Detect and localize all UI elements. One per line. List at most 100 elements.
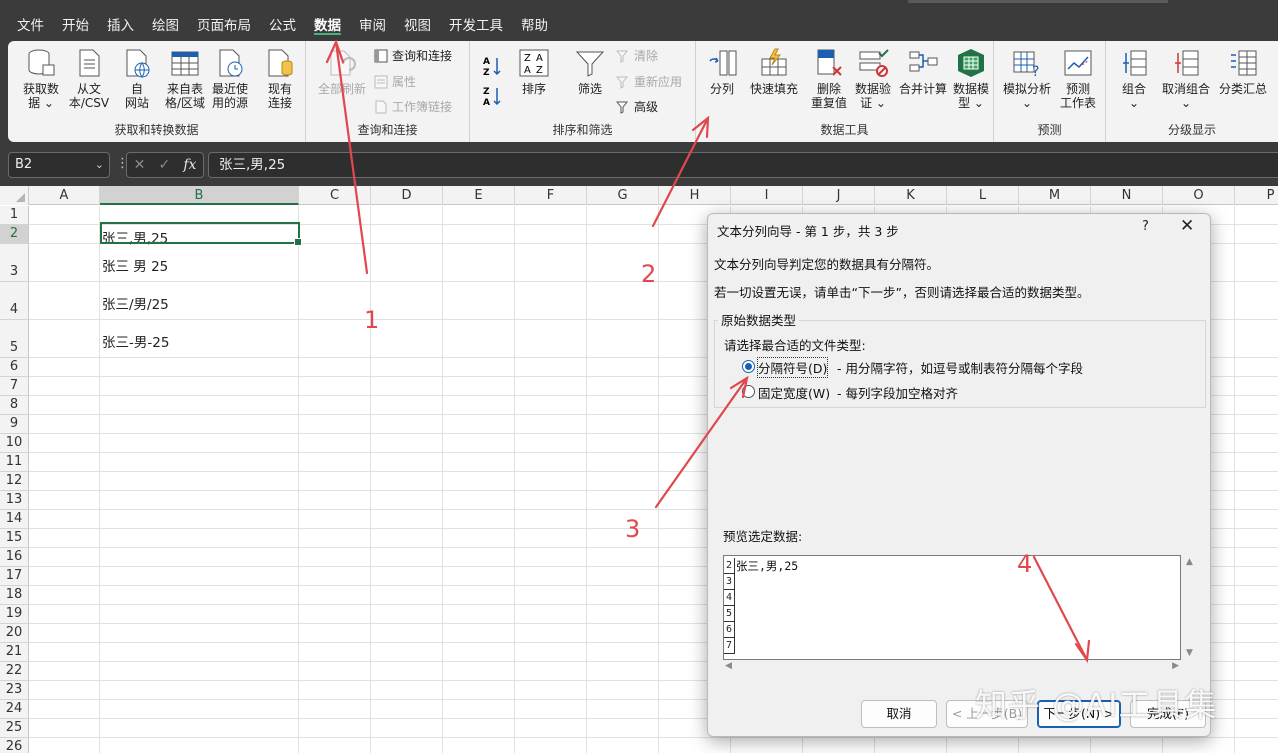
column-header[interactable]: B <box>100 186 299 205</box>
tab-review[interactable]: 审阅 <box>350 0 395 40</box>
row-header[interactable]: 22 <box>0 662 29 681</box>
queries-connections-button[interactable]: 查询和连接 <box>374 48 452 64</box>
tab-view[interactable]: 视图 <box>395 0 440 40</box>
what-if-analysis-button[interactable]: ? 模拟分析 ⌄ <box>1000 47 1054 110</box>
data-preview-box[interactable]: 2 3 4 5 6 7 张三,男,25 <box>723 555 1181 660</box>
row-header[interactable]: 12 <box>0 472 29 491</box>
radio-fixed-width[interactable] <box>742 385 755 398</box>
sort-button[interactable]: ZAAZ 排序 <box>514 47 554 96</box>
chevron-down-icon[interactable]: ⌄ <box>95 153 104 177</box>
refresh-all-button[interactable]: 全部刷新 <box>314 47 370 96</box>
column-header[interactable]: O <box>1163 186 1235 205</box>
preview-horizontal-scrollbar[interactable]: ◀ ▶ <box>723 660 1181 674</box>
row-header[interactable]: 11 <box>0 453 29 472</box>
filter-button[interactable]: 筛选 <box>570 47 610 96</box>
column-header[interactable]: N <box>1091 186 1163 205</box>
tab-file[interactable]: 文件 <box>8 0 53 40</box>
cancel-button[interactable]: 取消 <box>861 700 937 728</box>
data-model-button[interactable]: 数据模 型 ⌄ <box>950 47 992 110</box>
row-header[interactable]: 21 <box>0 643 29 662</box>
cell-b3[interactable]: 张三 男 25 <box>102 255 168 275</box>
radio-fixed-width-label[interactable]: 固定宽度(W) <box>758 383 830 402</box>
enter-icon[interactable]: ✓ <box>158 153 170 177</box>
name-box[interactable]: B2 ⌄ <box>8 152 110 178</box>
row-header[interactable]: 8 <box>0 396 29 415</box>
from-web-button[interactable]: 自 网站 <box>114 47 160 110</box>
row-header[interactable]: 5 <box>0 320 29 358</box>
column-header[interactable]: C <box>299 186 371 205</box>
radio-delimited[interactable] <box>742 360 755 373</box>
text-to-columns-button[interactable]: 分列 <box>704 47 740 96</box>
advanced-filter-button[interactable]: 高级 <box>616 99 658 115</box>
tab-help[interactable]: 帮助 <box>512 0 557 40</box>
row-header[interactable]: 23 <box>0 681 29 700</box>
select-all-corner[interactable] <box>0 186 29 205</box>
tab-draw[interactable]: 绘图 <box>143 0 188 40</box>
radio-delimited-label[interactable]: 分隔符号(D) <box>756 357 829 378</box>
cancel-icon[interactable]: ✕ <box>134 153 146 177</box>
row-header[interactable]: 6 <box>0 358 29 377</box>
flash-fill-button[interactable]: 快速填充 <box>746 47 802 96</box>
column-header[interactable]: H <box>659 186 731 205</box>
row-header[interactable]: 4 <box>0 282 29 320</box>
tab-data[interactable]: 数据 <box>305 0 350 40</box>
row-header[interactable]: 9 <box>0 415 29 434</box>
column-header[interactable]: I <box>731 186 803 205</box>
cell-b5[interactable]: 张三-男-25 <box>102 331 169 351</box>
scroll-left-icon[interactable]: ◀ <box>725 661 732 671</box>
row-header[interactable]: 1 <box>0 206 29 225</box>
consolidate-button[interactable]: 合并计算 <box>896 47 950 96</box>
cell-b4[interactable]: 张三/男/25 <box>102 293 169 313</box>
clear-filter-button[interactable]: 清除 <box>616 48 658 64</box>
column-header[interactable]: F <box>515 186 587 205</box>
subtotal-button[interactable]: 分类汇总 <box>1216 47 1270 96</box>
row-header[interactable]: 13 <box>0 491 29 510</box>
row-header[interactable]: 26 <box>0 738 29 753</box>
column-header[interactable]: K <box>875 186 947 205</box>
workbook-links-button[interactable]: 工作簿链接 <box>374 99 452 115</box>
row-header[interactable]: 10 <box>0 434 29 453</box>
recent-sources-button[interactable]: 最近使 用的源 <box>206 47 254 110</box>
get-data-button[interactable]: 获取数 据 ⌄ <box>18 47 64 110</box>
existing-connections-button[interactable]: 现有 连接 <box>260 47 300 110</box>
scroll-down-icon[interactable]: ▼ <box>1186 648 1193 658</box>
tab-insert[interactable]: 插入 <box>98 0 143 40</box>
preview-vertical-scrollbar[interactable]: ▲ ▼ <box>1184 555 1198 660</box>
help-icon[interactable]: ? <box>1142 219 1149 234</box>
data-validation-button[interactable]: 数据验 证 ⌄ <box>852 47 894 110</box>
ungroup-button[interactable]: 取消组合 ⌄ <box>1158 47 1214 110</box>
group-button[interactable]: 组合 ⌄ <box>1114 47 1154 110</box>
tab-formulas[interactable]: 公式 <box>260 0 305 40</box>
sort-az-button[interactable]: AZ <box>482 55 506 77</box>
row-header[interactable]: 16 <box>0 548 29 567</box>
from-csv-button[interactable]: 从文 本/CSV <box>66 47 112 110</box>
insert-function-icon[interactable]: fx <box>183 153 196 177</box>
column-header[interactable]: D <box>371 186 443 205</box>
forecast-sheet-button[interactable]: 预测 工作表 <box>1056 47 1100 110</box>
column-header[interactable]: A <box>29 186 100 205</box>
properties-button[interactable]: 属性 <box>374 74 416 90</box>
column-header[interactable]: L <box>947 186 1019 205</box>
column-header[interactable]: E <box>443 186 515 205</box>
row-header[interactable]: 3 <box>0 244 29 282</box>
formula-input[interactable]: 张三,男,25 <box>208 152 1278 178</box>
remove-duplicates-button[interactable]: 删除 重复值 <box>806 47 852 110</box>
row-header[interactable]: 7 <box>0 377 29 396</box>
column-header[interactable]: G <box>587 186 659 205</box>
column-header[interactable]: M <box>1019 186 1091 205</box>
reapply-button[interactable]: 重新应用 <box>616 74 682 90</box>
row-header[interactable]: 19 <box>0 605 29 624</box>
scroll-right-icon[interactable]: ▶ <box>1172 661 1179 671</box>
column-header[interactable]: P <box>1235 186 1278 205</box>
row-header[interactable]: 25 <box>0 719 29 738</box>
scroll-up-icon[interactable]: ▲ <box>1186 557 1193 567</box>
tab-home[interactable]: 开始 <box>53 0 98 40</box>
row-header[interactable]: 20 <box>0 624 29 643</box>
row-header[interactable]: 18 <box>0 586 29 605</box>
tab-developer[interactable]: 开发工具 <box>440 0 512 40</box>
from-table-button[interactable]: 来自表 格/区域 <box>160 47 210 110</box>
row-header[interactable]: 17 <box>0 567 29 586</box>
row-header[interactable]: 24 <box>0 700 29 719</box>
row-header[interactable]: 2 <box>0 225 29 244</box>
row-header[interactable]: 14 <box>0 510 29 529</box>
